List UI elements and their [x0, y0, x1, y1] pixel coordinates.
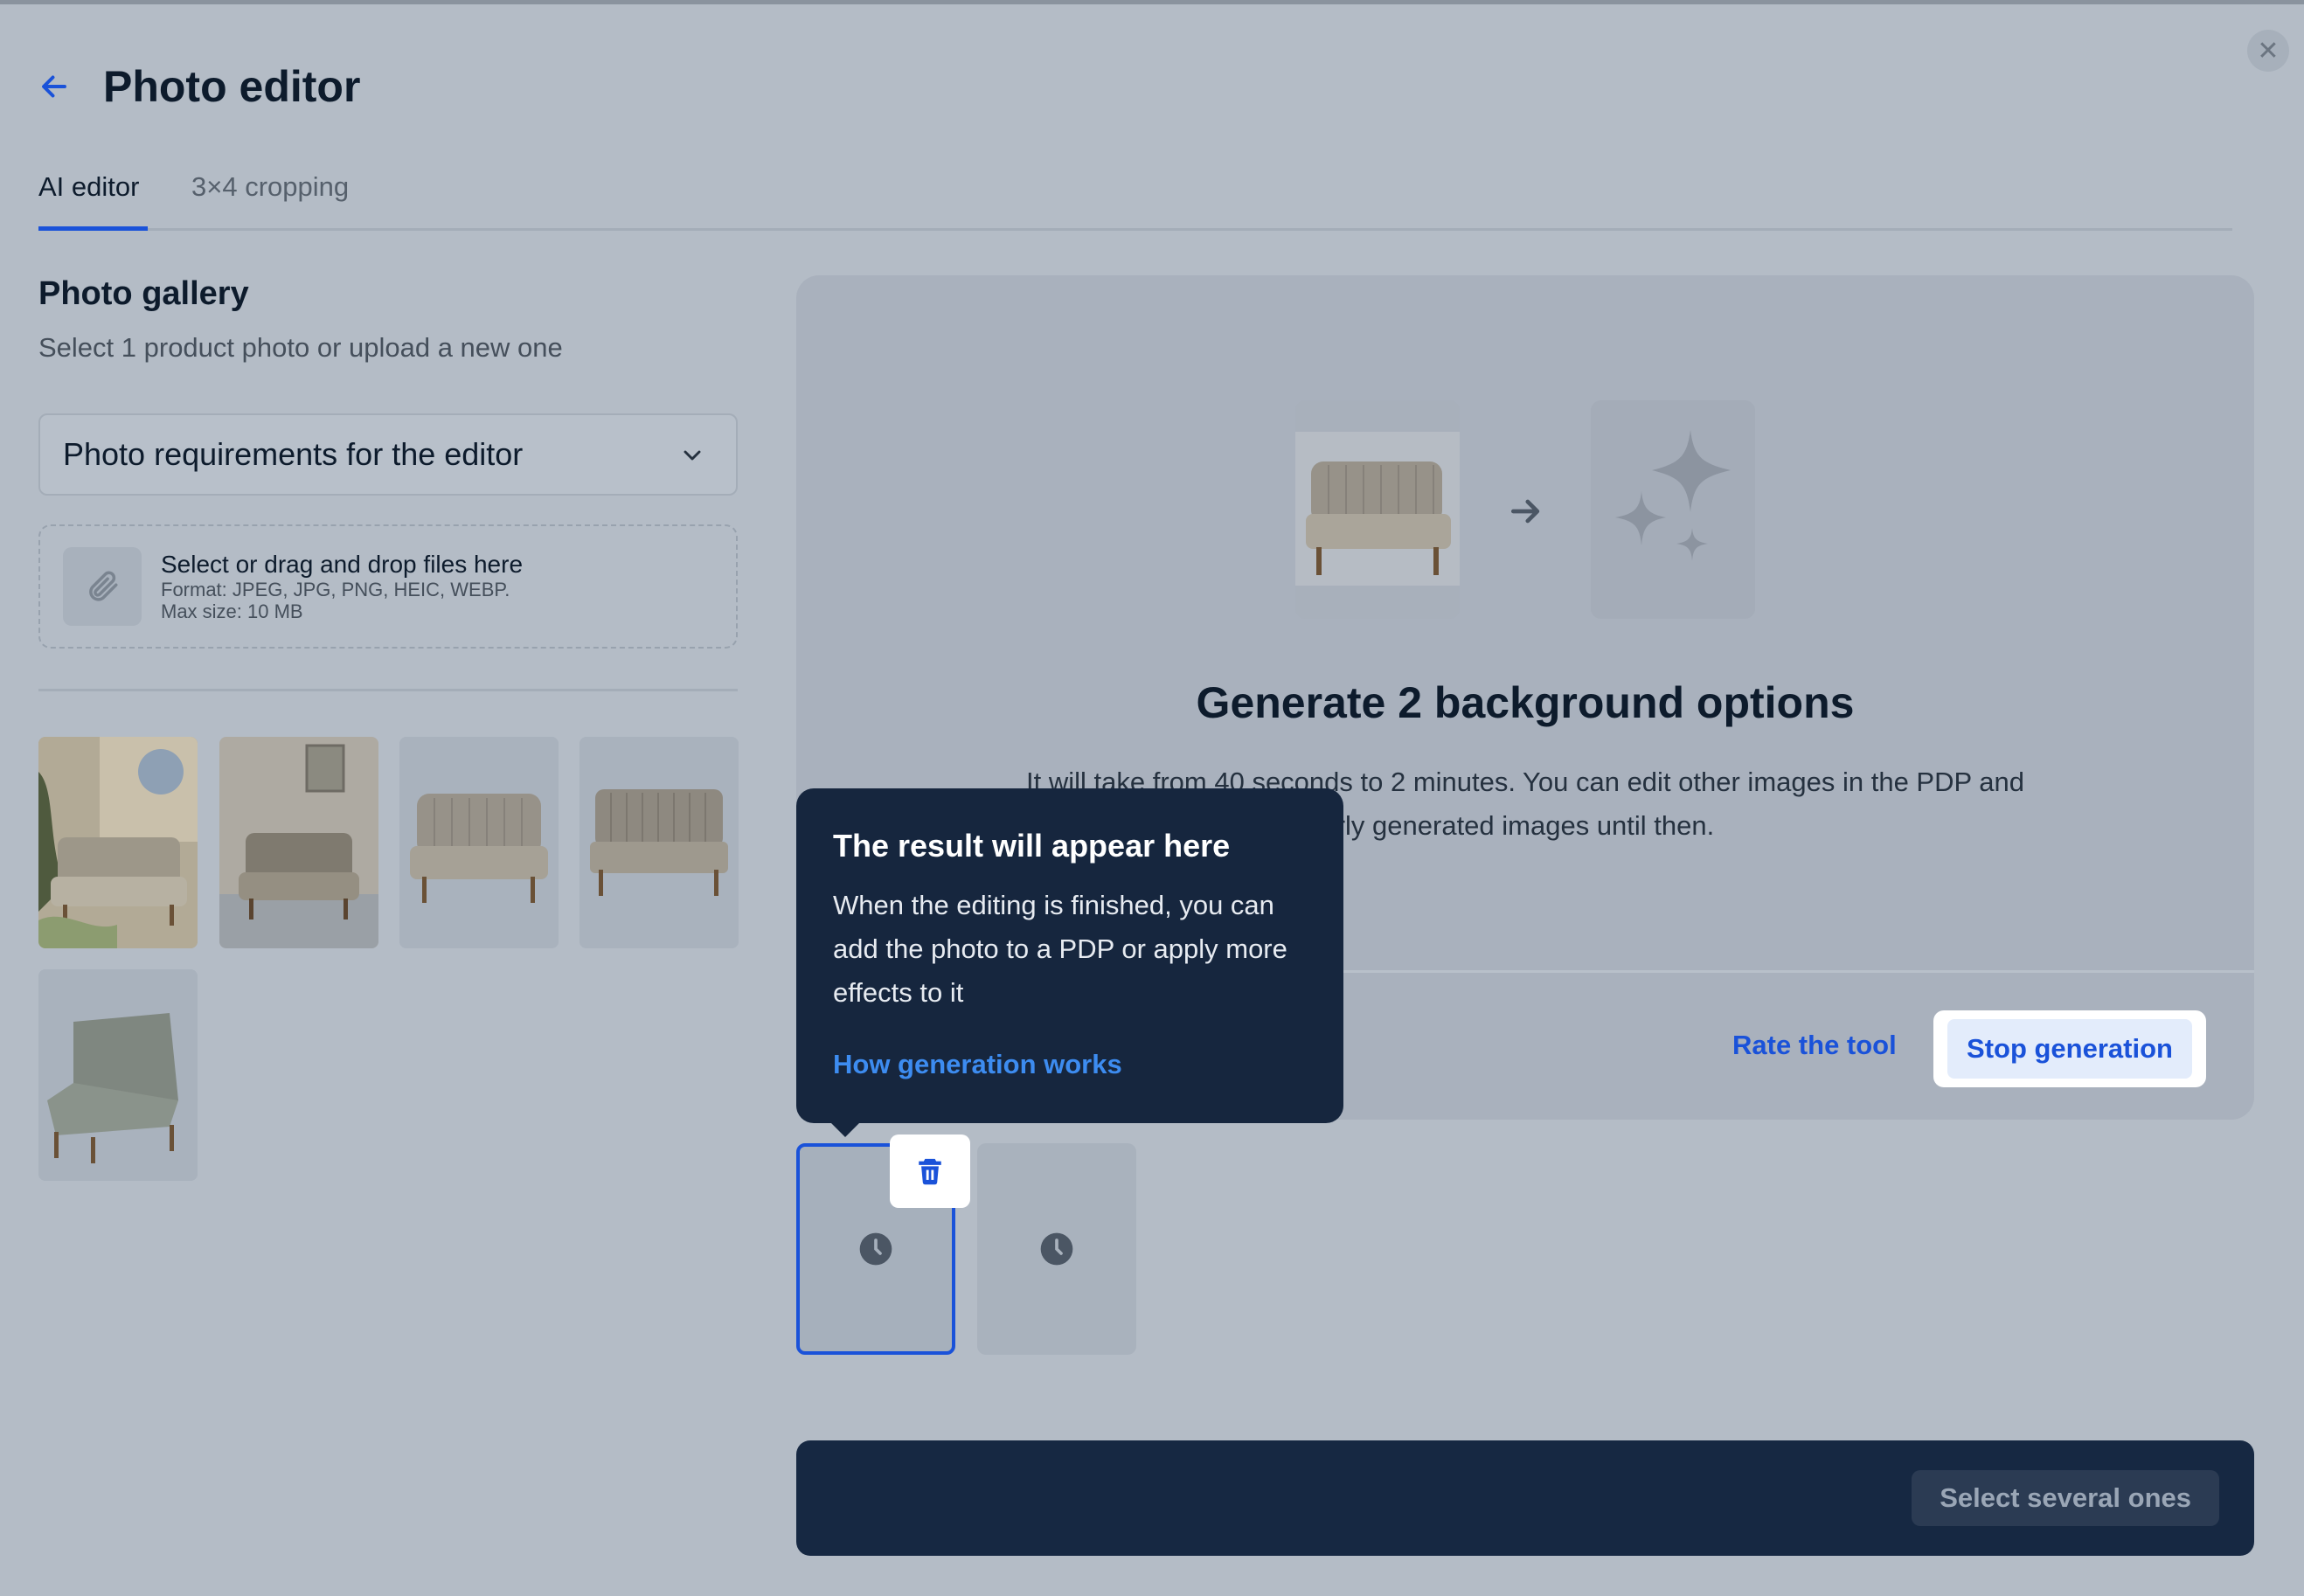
- tooltip-body: When the editing is finished, you can ad…: [833, 890, 1287, 1008]
- upload-dropzone[interactable]: Select or drag and drop files here Forma…: [38, 524, 738, 649]
- paperclip-icon: [89, 571, 118, 601]
- tab-bar: AI editor 3×4 cropping: [38, 171, 2232, 231]
- gallery-title: Photo gallery: [38, 275, 249, 312]
- page-header: Photo editor: [38, 61, 360, 112]
- generated-preview-placeholder: [1591, 400, 1755, 619]
- close-icon: ✕: [2257, 36, 2280, 66]
- upload-title: Select or drag and drop files here: [161, 551, 524, 578]
- top-border: [0, 0, 2304, 4]
- gallery-photo-4[interactable]: [579, 737, 739, 948]
- clock-icon: [1040, 1232, 1073, 1266]
- bottom-action-bar: Select several ones: [796, 1440, 2254, 1556]
- gallery-photo-2[interactable]: [219, 737, 378, 948]
- sofa-photo: [399, 737, 559, 948]
- close-button[interactable]: ✕: [2247, 30, 2289, 72]
- clock-icon: [859, 1232, 892, 1266]
- gallery-photo-1[interactable]: [38, 737, 198, 948]
- upload-format: Format: JPEG, JPG, PNG, HEIC, WEBP.: [161, 579, 510, 600]
- gallery-photo-5[interactable]: [38, 969, 198, 1181]
- gallery-subtitle: Select 1 product photo or upload a new o…: [38, 332, 563, 363]
- gallery-photo-3[interactable]: [399, 737, 559, 948]
- tooltip-title: The result will appear here: [833, 828, 1231, 864]
- attach-button[interactable]: [63, 547, 142, 626]
- upload-text: Select or drag and drop files here Forma…: [161, 551, 523, 622]
- sofa-photo: [219, 737, 378, 948]
- stop-generation-button[interactable]: Stop generation: [1933, 1010, 2206, 1087]
- delete-result-button[interactable]: [890, 1135, 970, 1208]
- select-several-button[interactable]: Select several ones: [1912, 1470, 2219, 1526]
- sparkles-icon: [1591, 400, 1755, 619]
- tooltip-arrow: [831, 1123, 859, 1137]
- back-button[interactable]: [38, 69, 73, 104]
- arrow-right-icon: [1507, 492, 1545, 535]
- generation-title: Generate 2 background options: [1196, 678, 1855, 727]
- sofa-photo: [1295, 400, 1460, 619]
- source-photo-preview: [1295, 400, 1460, 619]
- sofa-photo: [579, 737, 739, 948]
- rate-tool-link[interactable]: Rate the tool: [1732, 1030, 1897, 1061]
- upload-max-size: Max size: 10 MB: [161, 600, 303, 622]
- result-tooltip: The result will appear here When the edi…: [796, 788, 1343, 1137]
- how-generation-works-link[interactable]: How generation works: [833, 1049, 1122, 1080]
- tab-ai-editor[interactable]: AI editor: [38, 171, 148, 231]
- requirements-label: Photo requirements for the editor: [63, 436, 524, 472]
- trash-icon: [919, 1158, 941, 1185]
- arrow-left-icon: [42, 75, 66, 98]
- sofa-photo: [38, 969, 198, 1181]
- divider: [38, 689, 738, 691]
- result-slot-2[interactable]: [977, 1143, 1136, 1355]
- tab-cropping[interactable]: 3×4 cropping: [191, 171, 349, 231]
- chevron-down-icon: [684, 450, 701, 461]
- page-title: Photo editor: [103, 62, 361, 111]
- stop-generation-label: Stop generation: [1947, 1019, 2192, 1079]
- sofa-photo: [38, 737, 198, 948]
- requirements-dropdown[interactable]: Photo requirements for the editor: [38, 413, 738, 496]
